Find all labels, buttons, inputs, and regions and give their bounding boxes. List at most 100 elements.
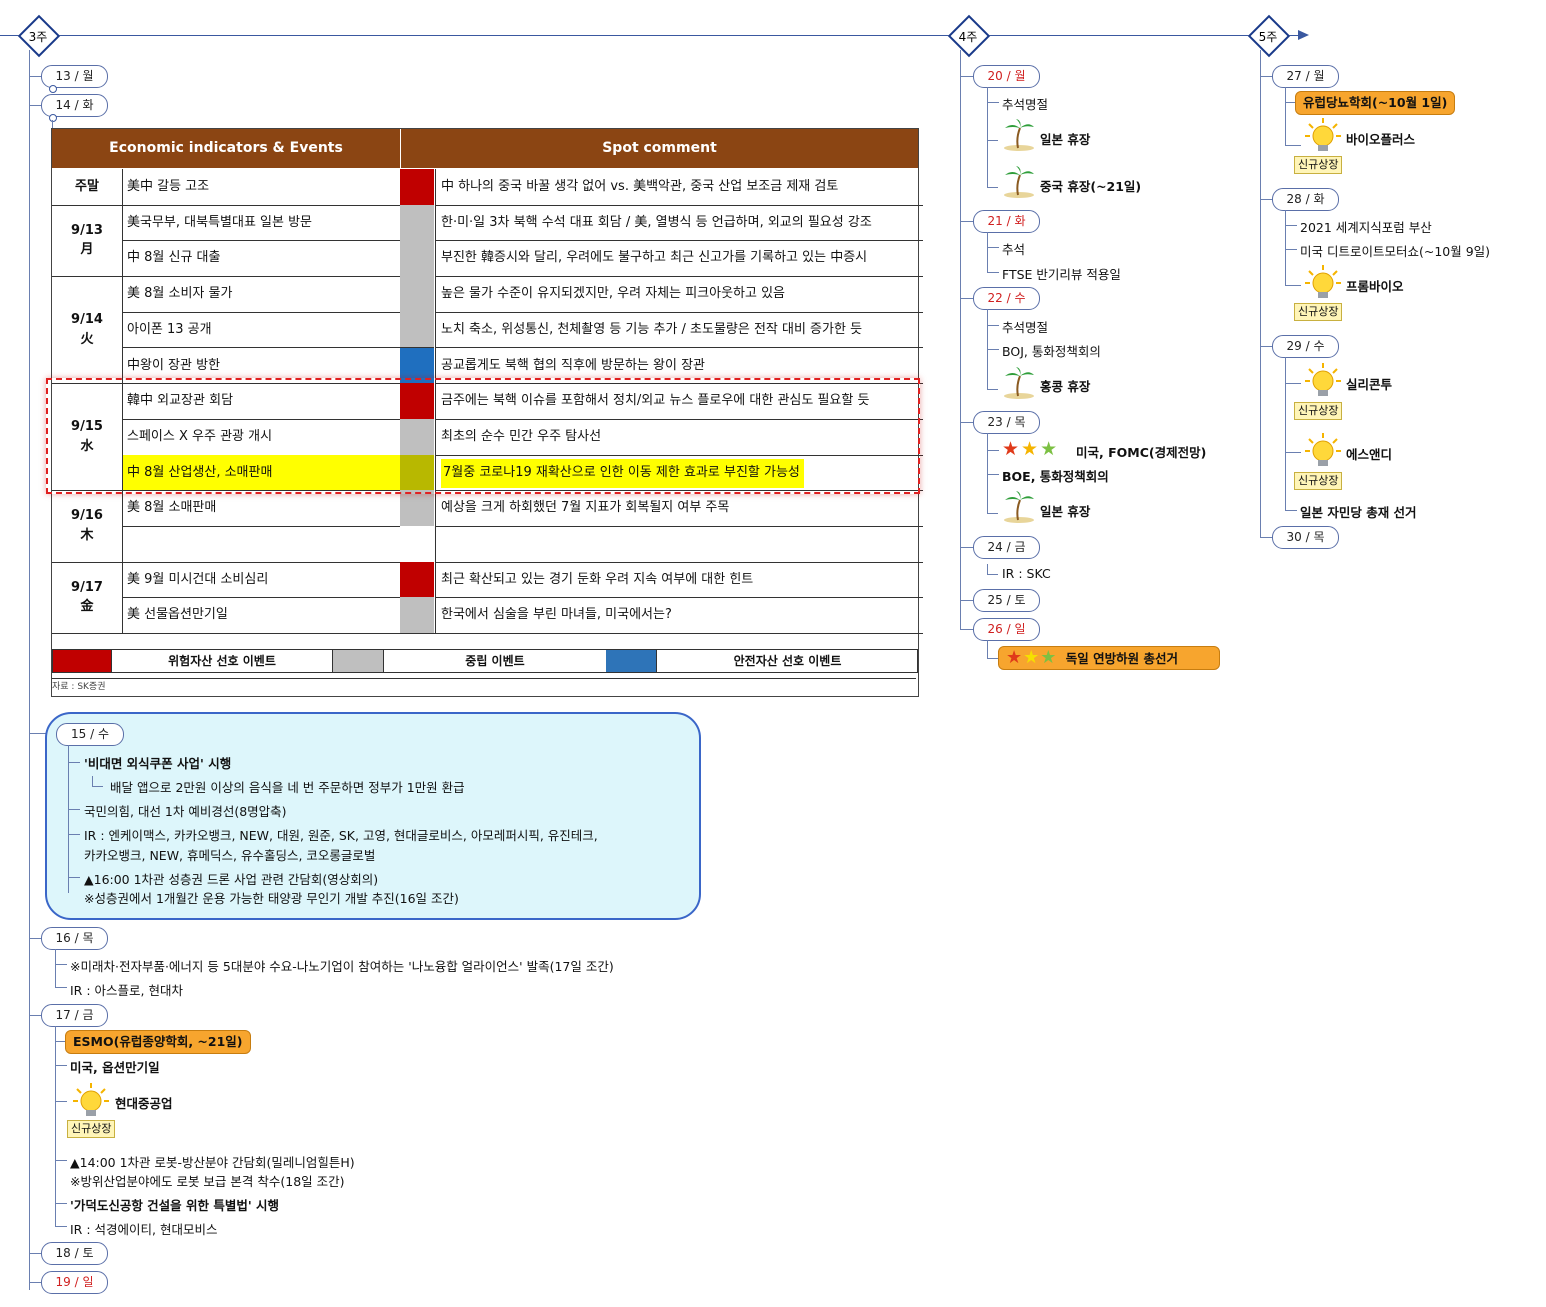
d29-item: 실리콘투: [1346, 377, 1393, 392]
day-15[interactable]: 15 / 수: [56, 723, 124, 746]
d15-item: ▲16:00 1차관 성층권 드론 사업 관련 간담회(영상회의): [84, 872, 379, 887]
d15-item: 국민의힘, 대선 1차 예비경선(8명압축): [84, 804, 287, 819]
d15-item: 카카오뱅크, NEW, 휴메딕스, 유수홀딩스, 코오롱글로벌: [84, 848, 376, 863]
day-28[interactable]: 28 / 화: [1272, 188, 1339, 211]
table-cell-event: 美 8월 소비자 물가: [122, 276, 405, 313]
day-22[interactable]: 22 / 수: [973, 287, 1040, 310]
table-cell-event: 中 8월 신규 대출: [122, 240, 405, 278]
legend-swatch-red: [53, 650, 111, 672]
day-18[interactable]: 18 / 토: [41, 1242, 108, 1265]
table-cell-event: 美 9월 미시건대 소비심리: [122, 561, 405, 599]
d17-item: IR : 석경에이티, 현대모비스: [70, 1222, 218, 1237]
listing-tag: 신규상장: [1294, 472, 1343, 490]
week-label-5: 5주: [1258, 30, 1278, 44]
table-source: 자료 : SK증권: [52, 682, 106, 692]
lightbulb-icon: [1305, 363, 1341, 396]
collapse-handle[interactable]: [49, 114, 57, 122]
table-cell-comment: 한국에서 심술을 부린 마녀들, 미국에서는?: [435, 597, 923, 635]
table-cell-event: [122, 526, 405, 563]
signal-swatch-gray: [400, 204, 434, 242]
day-23[interactable]: 23 / 목: [973, 411, 1040, 434]
table-header-events: Economic indicators & Events: [52, 129, 400, 168]
d28-item: 프롬바이오: [1346, 279, 1404, 294]
d27-item: 바이오플러스: [1346, 132, 1416, 147]
table-cell-comment: 한·미·일 3차 북핵 수석 대표 회담 / 美, 열병식 등 언급하며, 외교…: [435, 204, 923, 242]
d21-item: 추석: [1002, 242, 1026, 257]
table-cell-date: 9/16 木: [52, 490, 122, 563]
d22-item: 홍콩 휴장: [1040, 379, 1091, 394]
day-29[interactable]: 29 / 수: [1272, 335, 1339, 358]
listing-tag: 신규상장: [1294, 402, 1343, 420]
d21-item: FTSE 반기리뷰 적용일: [1002, 267, 1121, 282]
lightbulb-icon: [1305, 265, 1341, 298]
d27-event[interactable]: 유럽당뇨학회(~10월 1일): [1295, 91, 1456, 115]
table-cell-date: 9/13 月: [52, 205, 122, 278]
d17-item: ※방위산업분야에도 로봇 보급 본격 착수(18일 조간): [70, 1174, 345, 1189]
table-cell-comment: 예상을 크게 하회했던 7월 지표가 회복될지 여부 주목: [435, 490, 923, 527]
stars-icon: ★★★: [1002, 438, 1060, 460]
legend-swatch-blue: [606, 650, 656, 672]
d20-item: 일본 휴장: [1040, 132, 1091, 147]
d24-item: IR : SKC: [1002, 566, 1051, 581]
table-cell-date: 주말: [52, 169, 122, 206]
signal-swatch-red: [400, 561, 434, 599]
day-26[interactable]: 26 / 일: [973, 618, 1040, 641]
legend-swatch-gray: [333, 650, 383, 672]
d26-event-label: 독일 연방하원 총선거: [1065, 651, 1178, 666]
d17-item: 미국, 옵션만기일: [70, 1060, 160, 1075]
listing-tag: 신규상장: [67, 1120, 116, 1138]
legend-label-safe: 안전자산 선호 이벤트: [656, 650, 918, 672]
signal-swatch-gray: [400, 276, 434, 313]
table-cell-event: 아이폰 13 공개: [122, 311, 405, 349]
d15-sub-item: 배달 앱으로 2만원 이상의 음식을 네 번 주문하면 정부가 1만원 환급: [110, 780, 465, 795]
d16-item: ※미래차·전자부품·에너지 등 5대분야 수요-나노기업이 참여하는 '나노융합…: [70, 959, 614, 974]
table-cell-event: 美 선물옵션만기일: [122, 597, 405, 635]
day-21[interactable]: 21 / 화: [973, 210, 1040, 233]
signal-swatch-gray: [400, 311, 434, 349]
legend: 위험자산 선호 이벤트 중립 이벤트 안전자산 선호 이벤트: [52, 649, 918, 673]
table-cell-comment: 中 하나의 중국 바꿀 생각 없어 vs. 美백악관, 중국 산업 보조금 제재…: [435, 169, 923, 206]
table-cell-date: 9/17 金: [52, 562, 122, 635]
week-label-4: 4주: [958, 30, 978, 44]
week-label-3: 3주: [28, 30, 48, 44]
day-30[interactable]: 30 / 목: [1272, 526, 1339, 549]
listing-tag: 신규상장: [1294, 156, 1343, 174]
signal-swatch-gray: [400, 597, 434, 635]
table-cell-comment: [435, 526, 923, 563]
d23-item: 일본 휴장: [1040, 504, 1091, 519]
d15-item: ※성층권에서 1개월간 운용 가능한 태양광 무인기 개발 추진(16일 조간): [84, 891, 459, 906]
d23-item: BOE, 통화정책회의: [1002, 469, 1109, 484]
d23-item: 미국, FOMC(경제전망): [1076, 445, 1207, 460]
table-cell-comment: 최근 확산되고 있는 경기 둔화 우려 지속 여부에 대한 힌트: [435, 561, 923, 599]
day-20[interactable]: 20 / 월: [973, 65, 1040, 88]
day-19[interactable]: 19 / 일: [41, 1271, 108, 1294]
week3-branch-line: [29, 50, 30, 1290]
d26-event[interactable]: ★★★ 독일 연방하원 총선거: [998, 646, 1220, 670]
signal-swatch-none: [400, 526, 434, 563]
d15-item: IR : 엔케이맥스, 카카오뱅크, NEW, 대원, 원준, SK, 고영, …: [84, 828, 598, 843]
lightbulb-icon: [73, 1083, 109, 1116]
d20-item: 추석명절: [1002, 97, 1049, 112]
table-cell-comment: 부진한 韓증시와 달리, 우려에도 불구하고 최근 신고가를 기록하고 있는 中…: [435, 240, 923, 278]
d17-item: 현대중공업: [115, 1096, 173, 1111]
day-27[interactable]: 27 / 월: [1272, 65, 1339, 88]
collapse-handle[interactable]: [49, 85, 57, 93]
d15-item: '비대면 외식쿠폰 사업' 시행: [84, 756, 232, 771]
signal-swatch-gray: [400, 490, 434, 527]
legend-label-risk: 위험자산 선호 이벤트: [111, 650, 333, 672]
d29-item: 일본 자민당 총재 선거: [1300, 505, 1417, 520]
day-24[interactable]: 24 / 금: [973, 536, 1040, 559]
beach-icon: [1004, 491, 1034, 523]
day-16[interactable]: 16 / 목: [41, 927, 108, 950]
beach-icon: [1004, 166, 1034, 198]
day-17[interactable]: 17 / 금: [41, 1004, 108, 1027]
d22-item: 추석명절: [1002, 320, 1049, 335]
d28-item: 미국 디트로이트모터쇼(~10월 9일): [1300, 244, 1491, 259]
listing-tag: 신규상장: [1294, 303, 1343, 321]
d28-item: 2021 세계지식포럼 부산: [1300, 220, 1432, 235]
beach-icon: [1004, 119, 1034, 151]
day-25[interactable]: 25 / 토: [973, 589, 1040, 612]
table-cell-event: 美中 갈등 고조: [122, 169, 405, 206]
d16-item: IR : 아스플로, 현대차: [70, 983, 183, 998]
esmo-badge[interactable]: ESMO(유럽종양학회, ~21일): [65, 1030, 251, 1054]
